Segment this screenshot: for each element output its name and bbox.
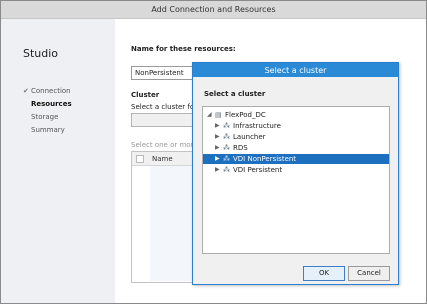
cluster-tree: ◢ ▤ FlexPod_DC ▶ ⁂ Infrastructure ▶ ⁂ La… <box>202 106 390 254</box>
expand-arrow-icon[interactable]: ▶ <box>215 144 220 151</box>
dialog-title: Select a cluster <box>264 66 327 75</box>
tree-item-label: FlexPod_DC <box>225 111 266 119</box>
ok-button[interactable]: OK <box>303 266 345 281</box>
network-table: Name <box>131 151 193 283</box>
wizard-window: Add Connection and Resources Studio ✔ Co… <box>0 0 427 304</box>
cluster-field[interactable] <box>131 113 193 127</box>
dialog-title-bar[interactable]: Select a cluster <box>193 63 398 77</box>
sidebar-item-storage[interactable]: Storage <box>31 113 58 121</box>
expand-arrow-icon[interactable]: ▶ <box>215 133 220 140</box>
cluster-icon: ⁂ <box>223 122 230 130</box>
tree-item-label: RDS <box>233 144 248 152</box>
cancel-button[interactable]: Cancel <box>348 266 390 281</box>
name-label: Name for these resources: <box>131 45 236 53</box>
tree-item-label: Infrastructure <box>233 122 281 130</box>
tree-item-vdi-persistent[interactable]: ▶ ⁂ VDI Persistent <box>203 165 389 175</box>
sidebar-item-resources[interactable]: Resources <box>31 100 72 108</box>
select-help-text: Select one or more <box>131 141 198 149</box>
tree-item-launcher[interactable]: ▶ ⁂ Launcher <box>203 132 389 142</box>
expand-arrow-icon[interactable]: ▶ <box>215 155 220 162</box>
tree-item-flexpod-dc[interactable]: ◢ ▤ FlexPod_DC <box>203 110 389 120</box>
cluster-icon: ⁂ <box>223 155 230 163</box>
table-body <box>150 166 192 281</box>
table-header: Name <box>132 152 192 166</box>
collapse-arrow-icon[interactable]: ◢ <box>207 111 212 118</box>
expand-arrow-icon[interactable]: ▶ <box>215 166 220 173</box>
check-icon: ✔ <box>23 87 29 95</box>
tree-item-label: Launcher <box>233 133 266 141</box>
column-header-name[interactable]: Name <box>152 155 173 163</box>
window-title: Add Connection and Resources <box>151 5 276 14</box>
cluster-icon: ⁂ <box>223 133 230 141</box>
app-name: Studio <box>23 47 59 60</box>
sidebar-item-connection[interactable]: Connection <box>31 87 71 95</box>
expand-arrow-icon[interactable]: ▶ <box>215 122 220 129</box>
tree-item-rds[interactable]: ▶ ⁂ RDS <box>203 143 389 153</box>
cluster-help-text: Select a cluster for <box>131 103 197 111</box>
cluster-heading: Cluster <box>131 91 160 99</box>
tree-item-vdi-nonpersistent[interactable]: ▶ ⁂ VDI NonPersistent <box>203 154 389 164</box>
tree-item-label: VDI Persistent <box>233 166 283 174</box>
cluster-icon: ⁂ <box>223 144 230 152</box>
select-cluster-dialog: Select a cluster Select a cluster ◢ ▤ Fl… <box>192 62 399 285</box>
tree-item-infrastructure[interactable]: ▶ ⁂ Infrastructure <box>203 121 389 131</box>
tree-item-label: VDI NonPersistent <box>233 155 297 163</box>
window-title-bar[interactable]: Add Connection and Resources <box>1 1 426 19</box>
sidebar-item-summary[interactable]: Summary <box>31 126 65 134</box>
cluster-icon: ⁂ <box>223 166 230 174</box>
dialog-label: Select a cluster <box>204 90 266 98</box>
select-all-checkbox[interactable] <box>136 155 144 163</box>
wizard-sidebar: Studio ✔ Connection Resources Storage Su… <box>1 19 115 303</box>
datacenter-icon: ▤ <box>215 111 222 119</box>
